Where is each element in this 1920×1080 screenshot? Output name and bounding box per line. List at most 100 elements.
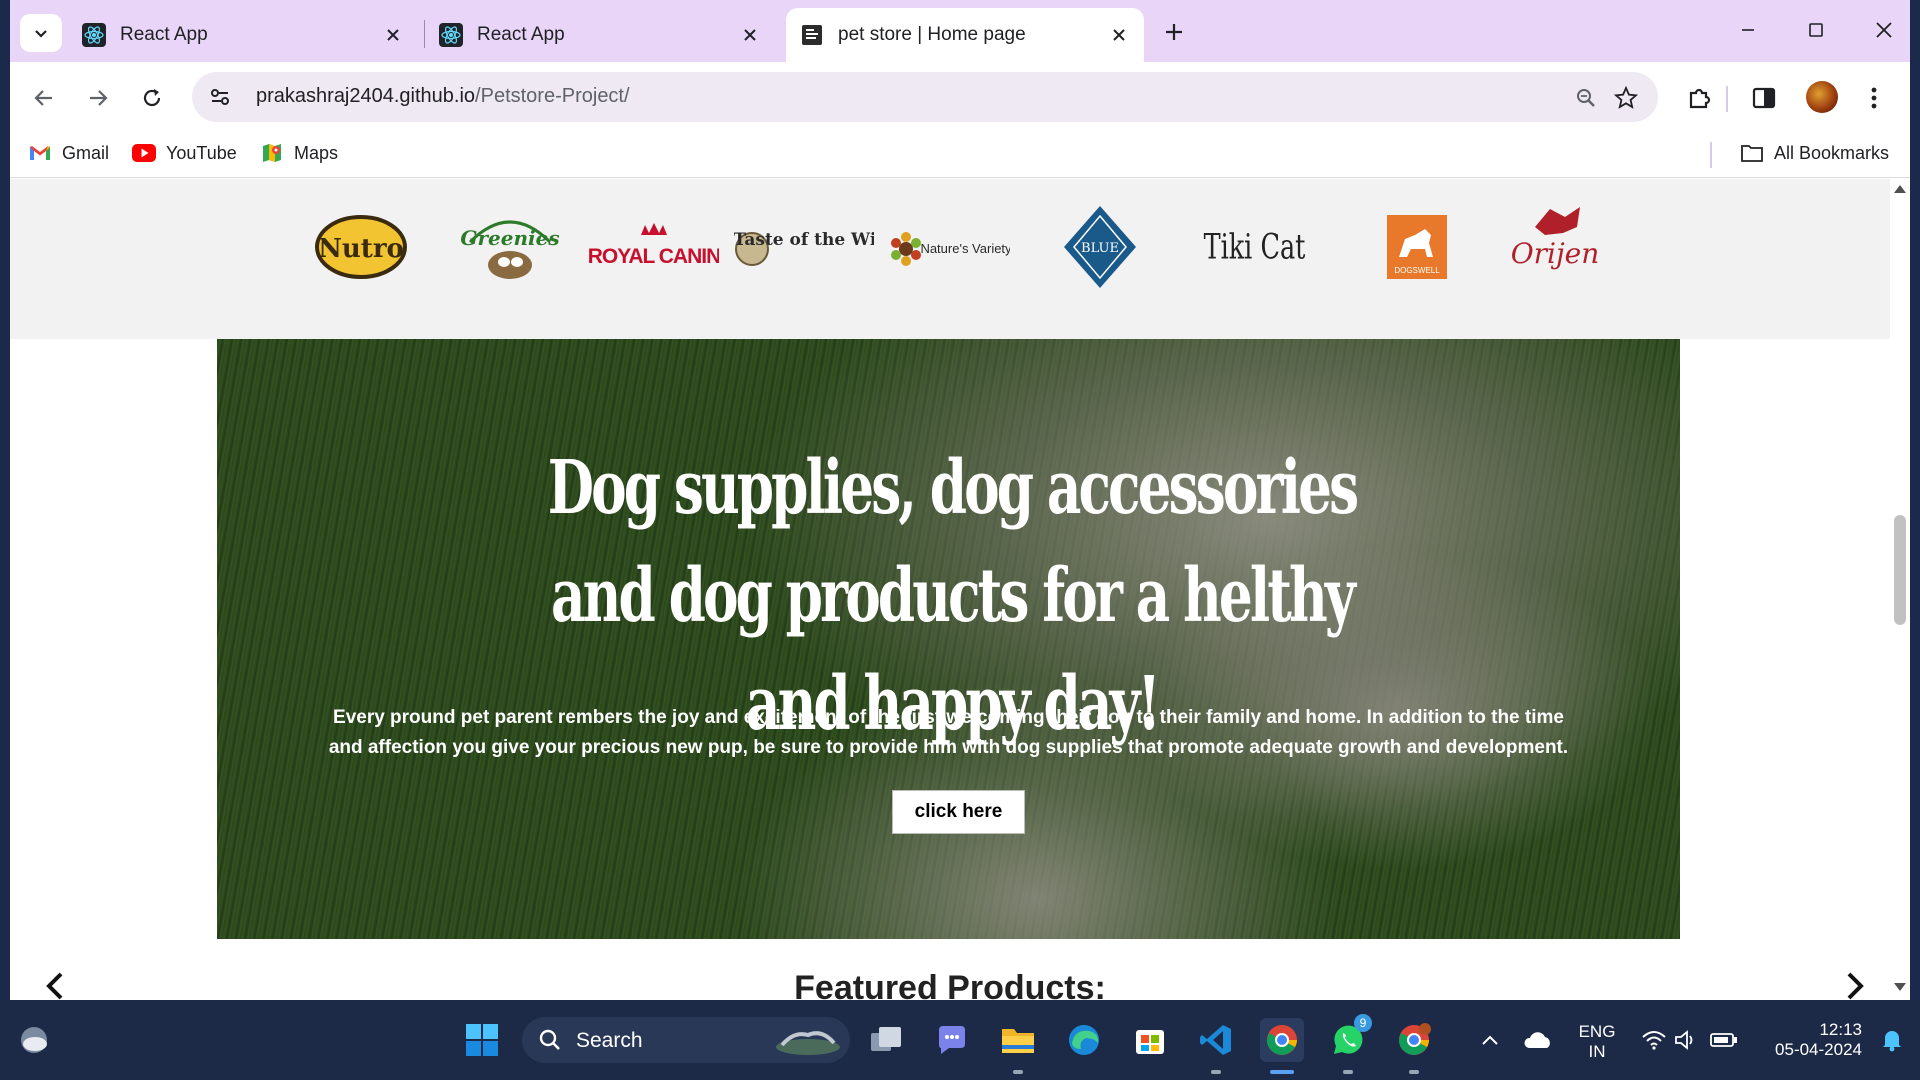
bookmark-youtube[interactable]: YouTube [132, 142, 237, 164]
gmail-icon [28, 142, 52, 164]
close-window-button[interactable] [1860, 12, 1908, 48]
vscode-button[interactable] [1194, 1018, 1238, 1062]
click-here-button[interactable]: click here [892, 790, 1025, 834]
page-scrollbar[interactable] [1890, 179, 1910, 1000]
onedrive-button[interactable] [1516, 1018, 1560, 1062]
cloud-icon [1524, 1032, 1550, 1048]
brand-logo-text: Tiki Cat [1204, 228, 1306, 268]
scroll-down-arrow[interactable] [1894, 983, 1906, 991]
notifications-button[interactable] [1870, 1018, 1914, 1062]
brand-logo-taste-of-the-wild[interactable]: Taste of the Wild [734, 197, 874, 297]
edge-button[interactable] [1062, 1018, 1106, 1062]
brand-logo-nutro[interactable]: Nutro [306, 197, 416, 297]
side-panel-icon [1752, 87, 1776, 109]
close-icon [1876, 22, 1892, 38]
brand-logo-royal-canin[interactable]: ROYAL CANIN [584, 197, 724, 297]
maximize-button[interactable] [1792, 12, 1840, 48]
url-text[interactable]: prakashraj2404.github.io/Petstore-Projec… [256, 85, 630, 108]
chrome-icon [1267, 1025, 1297, 1055]
brand-logo-tiki-cat[interactable]: Tiki Cat [1190, 197, 1320, 297]
brand-logo-text: Nature's Variety [920, 241, 1010, 256]
chrome-profile-button[interactable] [1392, 1018, 1436, 1062]
battery-icon[interactable] [1702, 1018, 1746, 1062]
chrome-button[interactable] [1260, 1018, 1304, 1062]
brand-logo-greenies[interactable]: Greenies [450, 197, 570, 297]
taskbar-search[interactable]: Search [522, 1017, 850, 1063]
tab-pet-store[interactable]: pet store | Home page [786, 8, 1144, 62]
page-icon [802, 25, 822, 45]
brand-logo-natures-variety[interactable]: Nature's Variety [890, 197, 1010, 297]
whatsapp-button[interactable]: 9 [1326, 1014, 1372, 1062]
bookmark-star-icon[interactable] [1612, 84, 1640, 112]
forward-button[interactable] [80, 80, 116, 116]
all-bookmarks-label: All Bookmarks [1774, 142, 1890, 163]
brand-logo-text: Greenies [460, 226, 559, 250]
featured-products-heading: Featured Products: [794, 969, 1106, 1000]
more-vertical-icon [1871, 87, 1877, 109]
new-tab-button[interactable] [1158, 16, 1190, 48]
task-view-button[interactable] [864, 1018, 908, 1062]
scroll-thumb[interactable] [1894, 515, 1906, 625]
side-panel-button[interactable] [1746, 80, 1782, 116]
tab-title: pet store | Home page [838, 24, 1026, 45]
back-button[interactable] [26, 80, 62, 116]
notification-badge: 9 [1354, 1014, 1372, 1032]
zoom-icon[interactable] [1572, 84, 1600, 112]
browser-toolbar: prakashraj2404.github.io/Petstore-Projec… [10, 62, 1910, 132]
chevron-right-icon [1847, 972, 1864, 1000]
site-info-icon[interactable] [206, 83, 234, 111]
toolbar-divider [1726, 86, 1728, 112]
profile-avatar[interactable] [1806, 81, 1838, 113]
tab-react-app-1[interactable]: React App [68, 8, 418, 62]
minimize-icon [1742, 29, 1754, 31]
arrow-left-icon [34, 90, 52, 106]
cloud-icon [21, 1027, 47, 1053]
maps-icon [260, 142, 284, 164]
carousel-next-button[interactable] [1840, 971, 1870, 1000]
address-bar[interactable]: prakashraj2404.github.io/Petstore-Projec… [192, 72, 1658, 122]
brand-logo-orijen[interactable]: Orijen [1500, 197, 1610, 297]
browser-window: React App React App pet store | Home pag… [10, 0, 1910, 1000]
start-button[interactable] [460, 1018, 504, 1062]
bookmark-maps[interactable]: Maps [260, 142, 338, 164]
running-indicator [1211, 1070, 1221, 1074]
bookmarks-divider [1710, 142, 1712, 168]
tab-react-app-2[interactable]: React App [425, 8, 775, 62]
chevron-up-icon [1482, 1035, 1498, 1045]
clock-time: 12:13 [1819, 1020, 1862, 1039]
taskbar-search-label: Search [576, 1029, 643, 1052]
edge-icon [1069, 1025, 1099, 1055]
close-icon[interactable] [382, 24, 404, 46]
reload-button[interactable] [134, 80, 170, 116]
extensions-button[interactable] [1682, 80, 1718, 116]
running-indicator [1013, 1070, 1023, 1074]
vscode-icon [1200, 1025, 1231, 1055]
url-domain: prakashraj2404.github.io [256, 85, 476, 107]
folder-icon [1740, 142, 1764, 164]
active-indicator [1270, 1070, 1294, 1074]
plus-icon [1166, 24, 1182, 40]
close-icon[interactable] [739, 24, 761, 46]
close-icon[interactable] [1108, 24, 1130, 46]
bookmark-gmail[interactable]: Gmail [28, 142, 109, 164]
search-icon [539, 1029, 560, 1050]
hero-banner: Dog supplies, dog accessories and dog pr… [217, 339, 1680, 939]
bookmark-label: Maps [294, 142, 339, 163]
store-button[interactable] [1128, 1018, 1172, 1062]
scroll-up-arrow[interactable] [1894, 185, 1906, 193]
show-hidden-icons-button[interactable] [1468, 1018, 1512, 1062]
weather-widget[interactable] [12, 1018, 56, 1062]
task-view-icon [871, 1027, 901, 1051]
minimize-button[interactable] [1724, 12, 1772, 48]
brand-logo-blue[interactable]: BLUE [1050, 197, 1150, 297]
all-bookmarks-button[interactable]: All Bookmarks [1740, 142, 1889, 164]
teams-button[interactable] [930, 1018, 974, 1062]
tab-title: React App [120, 24, 208, 45]
brand-logo-dogswell[interactable]: DOGSWELL [1372, 197, 1462, 297]
file-explorer-button[interactable] [996, 1018, 1040, 1062]
language-indicator[interactable]: ENG IN [1572, 1022, 1622, 1062]
react-icon [82, 23, 106, 47]
tab-search-button[interactable] [20, 14, 62, 52]
menu-button[interactable] [1856, 80, 1892, 116]
clock[interactable]: 12:13 05-04-2024 [1752, 1020, 1862, 1060]
